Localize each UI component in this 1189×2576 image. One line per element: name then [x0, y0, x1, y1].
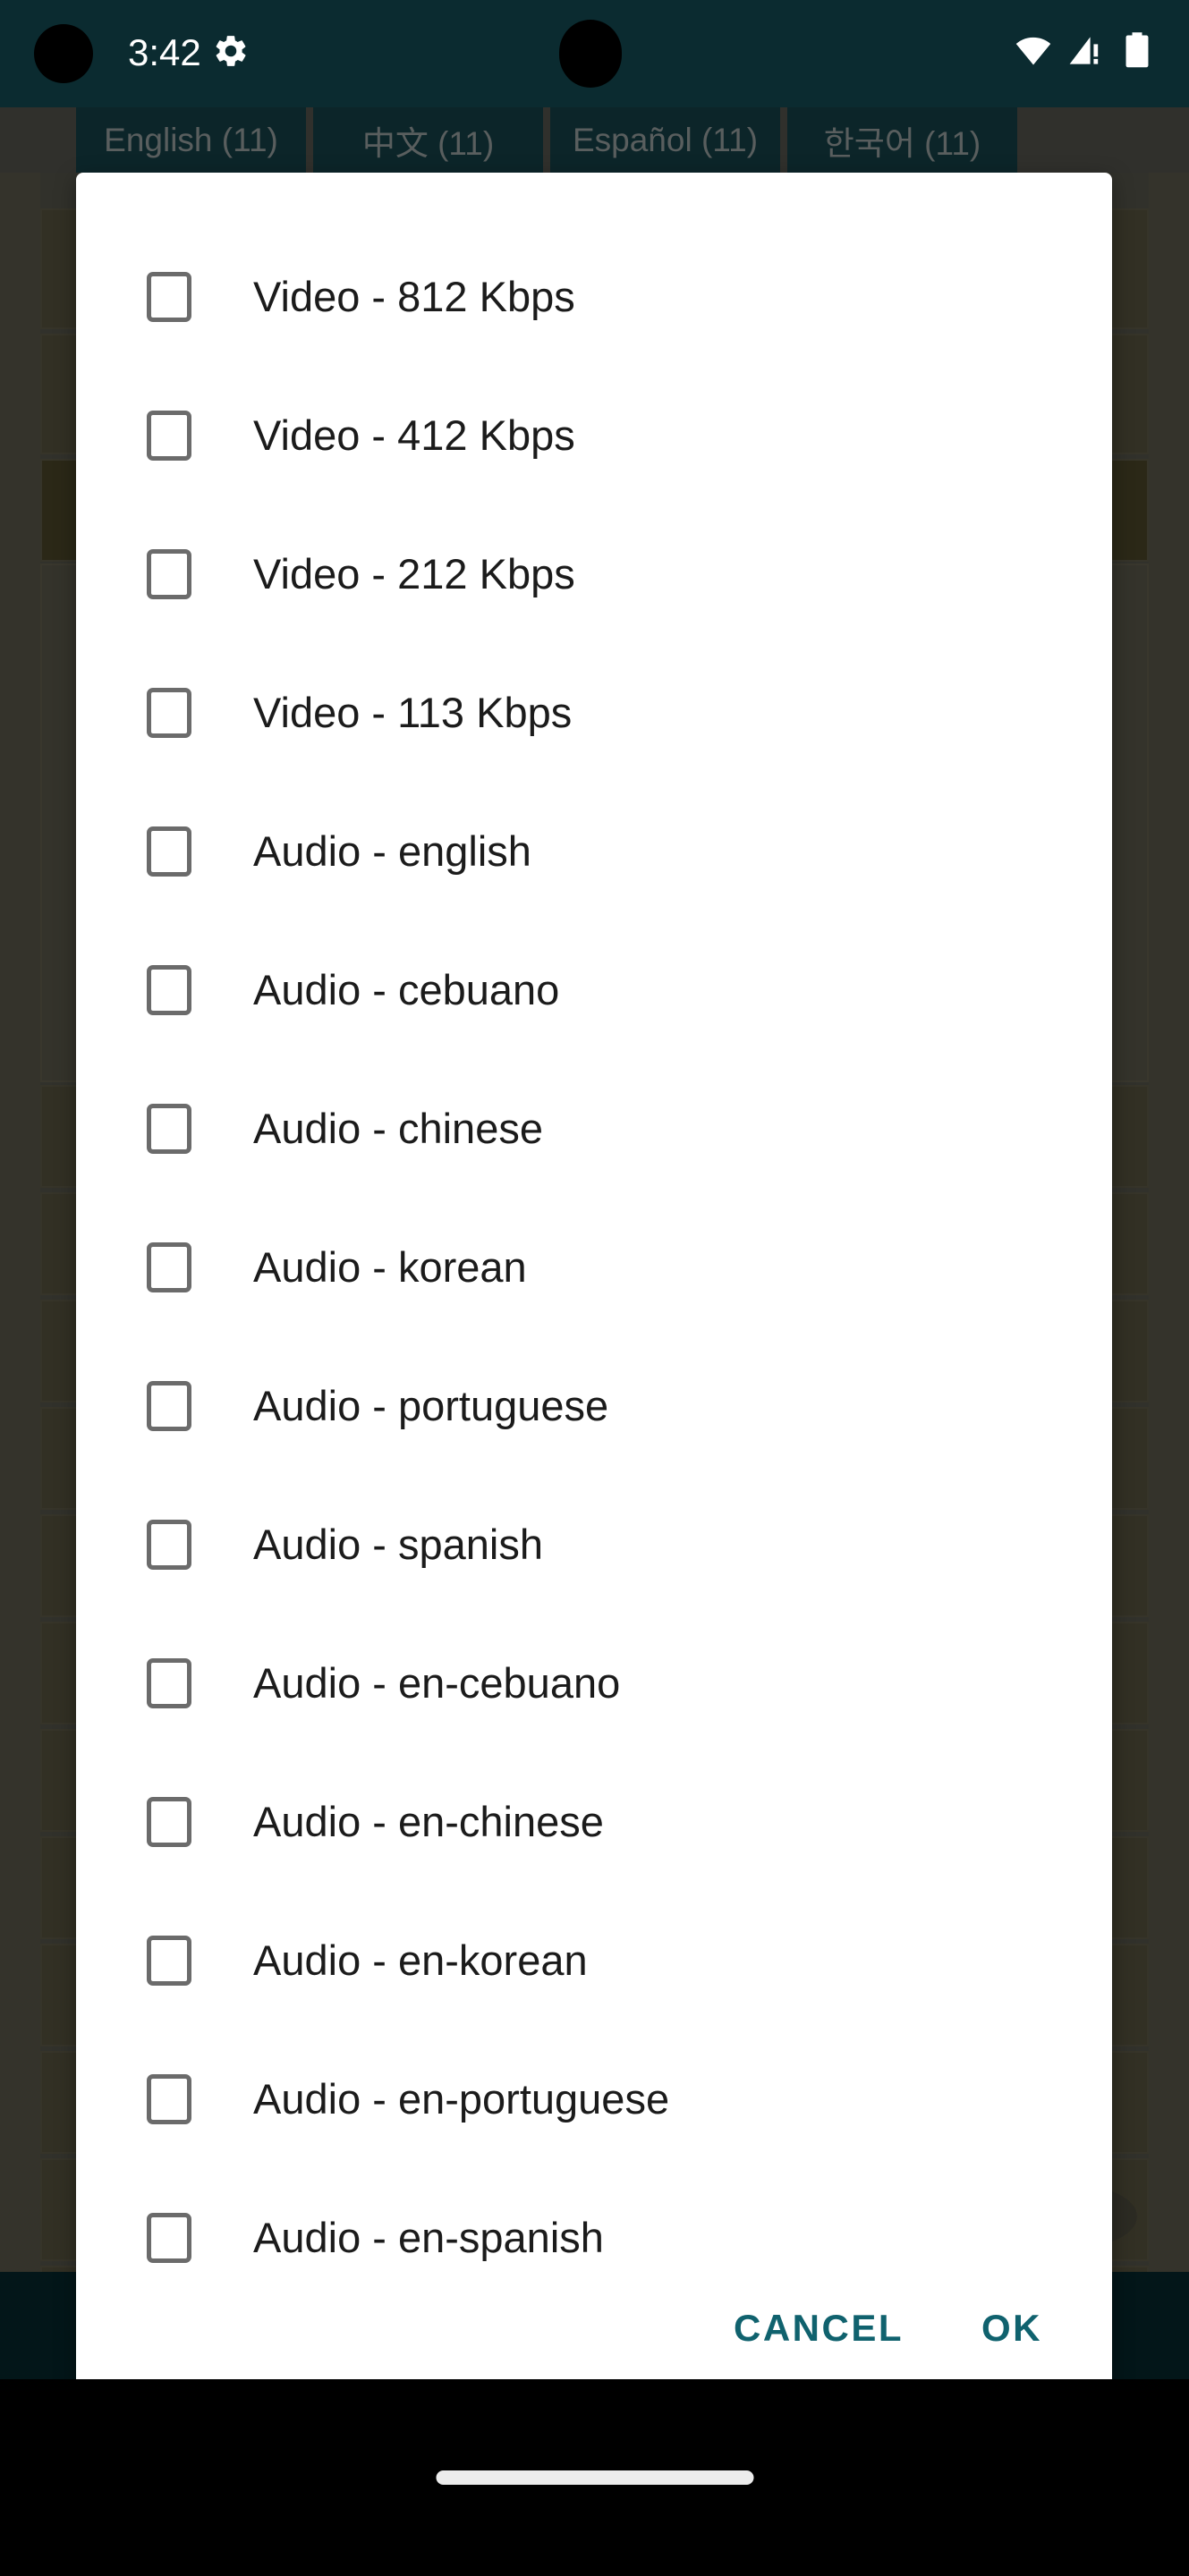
track-option-row[interactable]: Audio - korean	[76, 1198, 1112, 1336]
track-option-label: Video - 212 Kbps	[253, 549, 575, 597]
checkbox-unchecked-icon[interactable]	[147, 2212, 191, 2263]
system-navigation-bar	[0, 2379, 1189, 2576]
track-option-label: Audio - en-cebuano	[253, 1658, 621, 1707]
track-option-label: Audio - chinese	[253, 1104, 543, 1152]
ok-button[interactable]: OK	[958, 2291, 1066, 2366]
track-option-row[interactable]: Audio - portuguese	[76, 1336, 1112, 1475]
track-option-label: Audio - en-korean	[253, 1936, 588, 1984]
track-selection-dialog: Video - 812 Kbps Video - 412 Kbps Video - …	[76, 173, 1112, 2443]
track-option-label: Video - 412 Kbps	[253, 411, 575, 459]
checkbox-unchecked-icon[interactable]	[147, 964, 191, 1015]
checkbox-unchecked-icon[interactable]	[147, 1103, 191, 1154]
checkbox-unchecked-icon[interactable]	[147, 687, 191, 738]
checkbox-unchecked-icon[interactable]	[147, 1380, 191, 1431]
track-option-label: Audio - cebuano	[253, 965, 560, 1013]
track-option-label: Audio - en-portuguese	[253, 2074, 670, 2123]
checkbox-unchecked-icon[interactable]	[147, 1657, 191, 1708]
checkbox-unchecked-icon[interactable]	[147, 2073, 191, 2124]
checkbox-unchecked-icon[interactable]	[147, 410, 191, 461]
checkbox-unchecked-icon[interactable]	[147, 826, 191, 877]
track-option-row[interactable]: Audio - cebuano	[76, 920, 1112, 1059]
status-icon-group	[1014, 30, 1155, 70]
track-option-label: Audio - spanish	[253, 1520, 543, 1568]
track-option-label: Audio - en-chinese	[253, 1797, 604, 1845]
wifi-icon	[1015, 37, 1051, 65]
track-option-row[interactable]: Audio - chinese	[76, 1059, 1112, 1198]
track-option-row[interactable]: Video - 113 Kbps	[76, 643, 1112, 782]
track-option-row[interactable]: Audio - en-chinese	[76, 1752, 1112, 1891]
track-option-row[interactable]: Audio - en-portuguese	[76, 2029, 1112, 2168]
phone-screen: English (11) 中文 (11) Español (11) 한국어 (11)	[0, 0, 1189, 2576]
gear-icon	[216, 36, 246, 66]
checkbox-unchecked-icon[interactable]	[147, 1519, 191, 1570]
battery-icon	[1125, 32, 1149, 68]
track-option-label: Video - 113 Kbps	[253, 688, 573, 736]
gesture-home-pill[interactable]	[436, 2470, 753, 2485]
camera-cutout-center-icon	[559, 20, 622, 88]
checkbox-unchecked-icon[interactable]	[147, 1241, 191, 1292]
track-option-list: Video - 812 Kbps Video - 412 Kbps Video - …	[76, 173, 1112, 2264]
cellular-signal-no-sim-icon	[1069, 37, 1099, 64]
track-option-row[interactable]: Video - 812 Kbps	[76, 227, 1112, 366]
track-option-row[interactable]: Audio - en-cebuano	[76, 1614, 1112, 1752]
camera-cutout-left-icon	[34, 24, 93, 83]
track-option-row[interactable]: Video - 212 Kbps	[76, 504, 1112, 643]
cancel-button[interactable]: CANCEL	[710, 2291, 927, 2366]
checkbox-unchecked-icon[interactable]	[147, 1935, 191, 1986]
track-option-label: Audio - english	[253, 826, 531, 875]
track-option-row[interactable]: Audio - english	[76, 782, 1112, 920]
status-bar: 3:42	[0, 0, 1189, 107]
status-bar-clock: 3:42	[128, 31, 201, 73]
track-option-row[interactable]: Audio - spanish	[76, 1475, 1112, 1614]
track-option-row[interactable]: Video - 412 Kbps	[76, 366, 1112, 504]
track-option-row[interactable]: Audio - en-korean	[76, 1891, 1112, 2029]
checkbox-unchecked-icon[interactable]	[147, 1796, 191, 1847]
track-option-label: Audio - korean	[253, 1242, 527, 1291]
track-option-label: Audio - portuguese	[253, 1381, 609, 1429]
track-option-row[interactable]: Audio - en-spanish	[76, 2168, 1112, 2264]
checkbox-unchecked-icon[interactable]	[147, 548, 191, 599]
checkbox-unchecked-icon[interactable]	[147, 271, 191, 322]
track-option-label: Audio - en-spanish	[253, 2213, 604, 2261]
track-option-label: Video - 812 Kbps	[253, 272, 575, 320]
